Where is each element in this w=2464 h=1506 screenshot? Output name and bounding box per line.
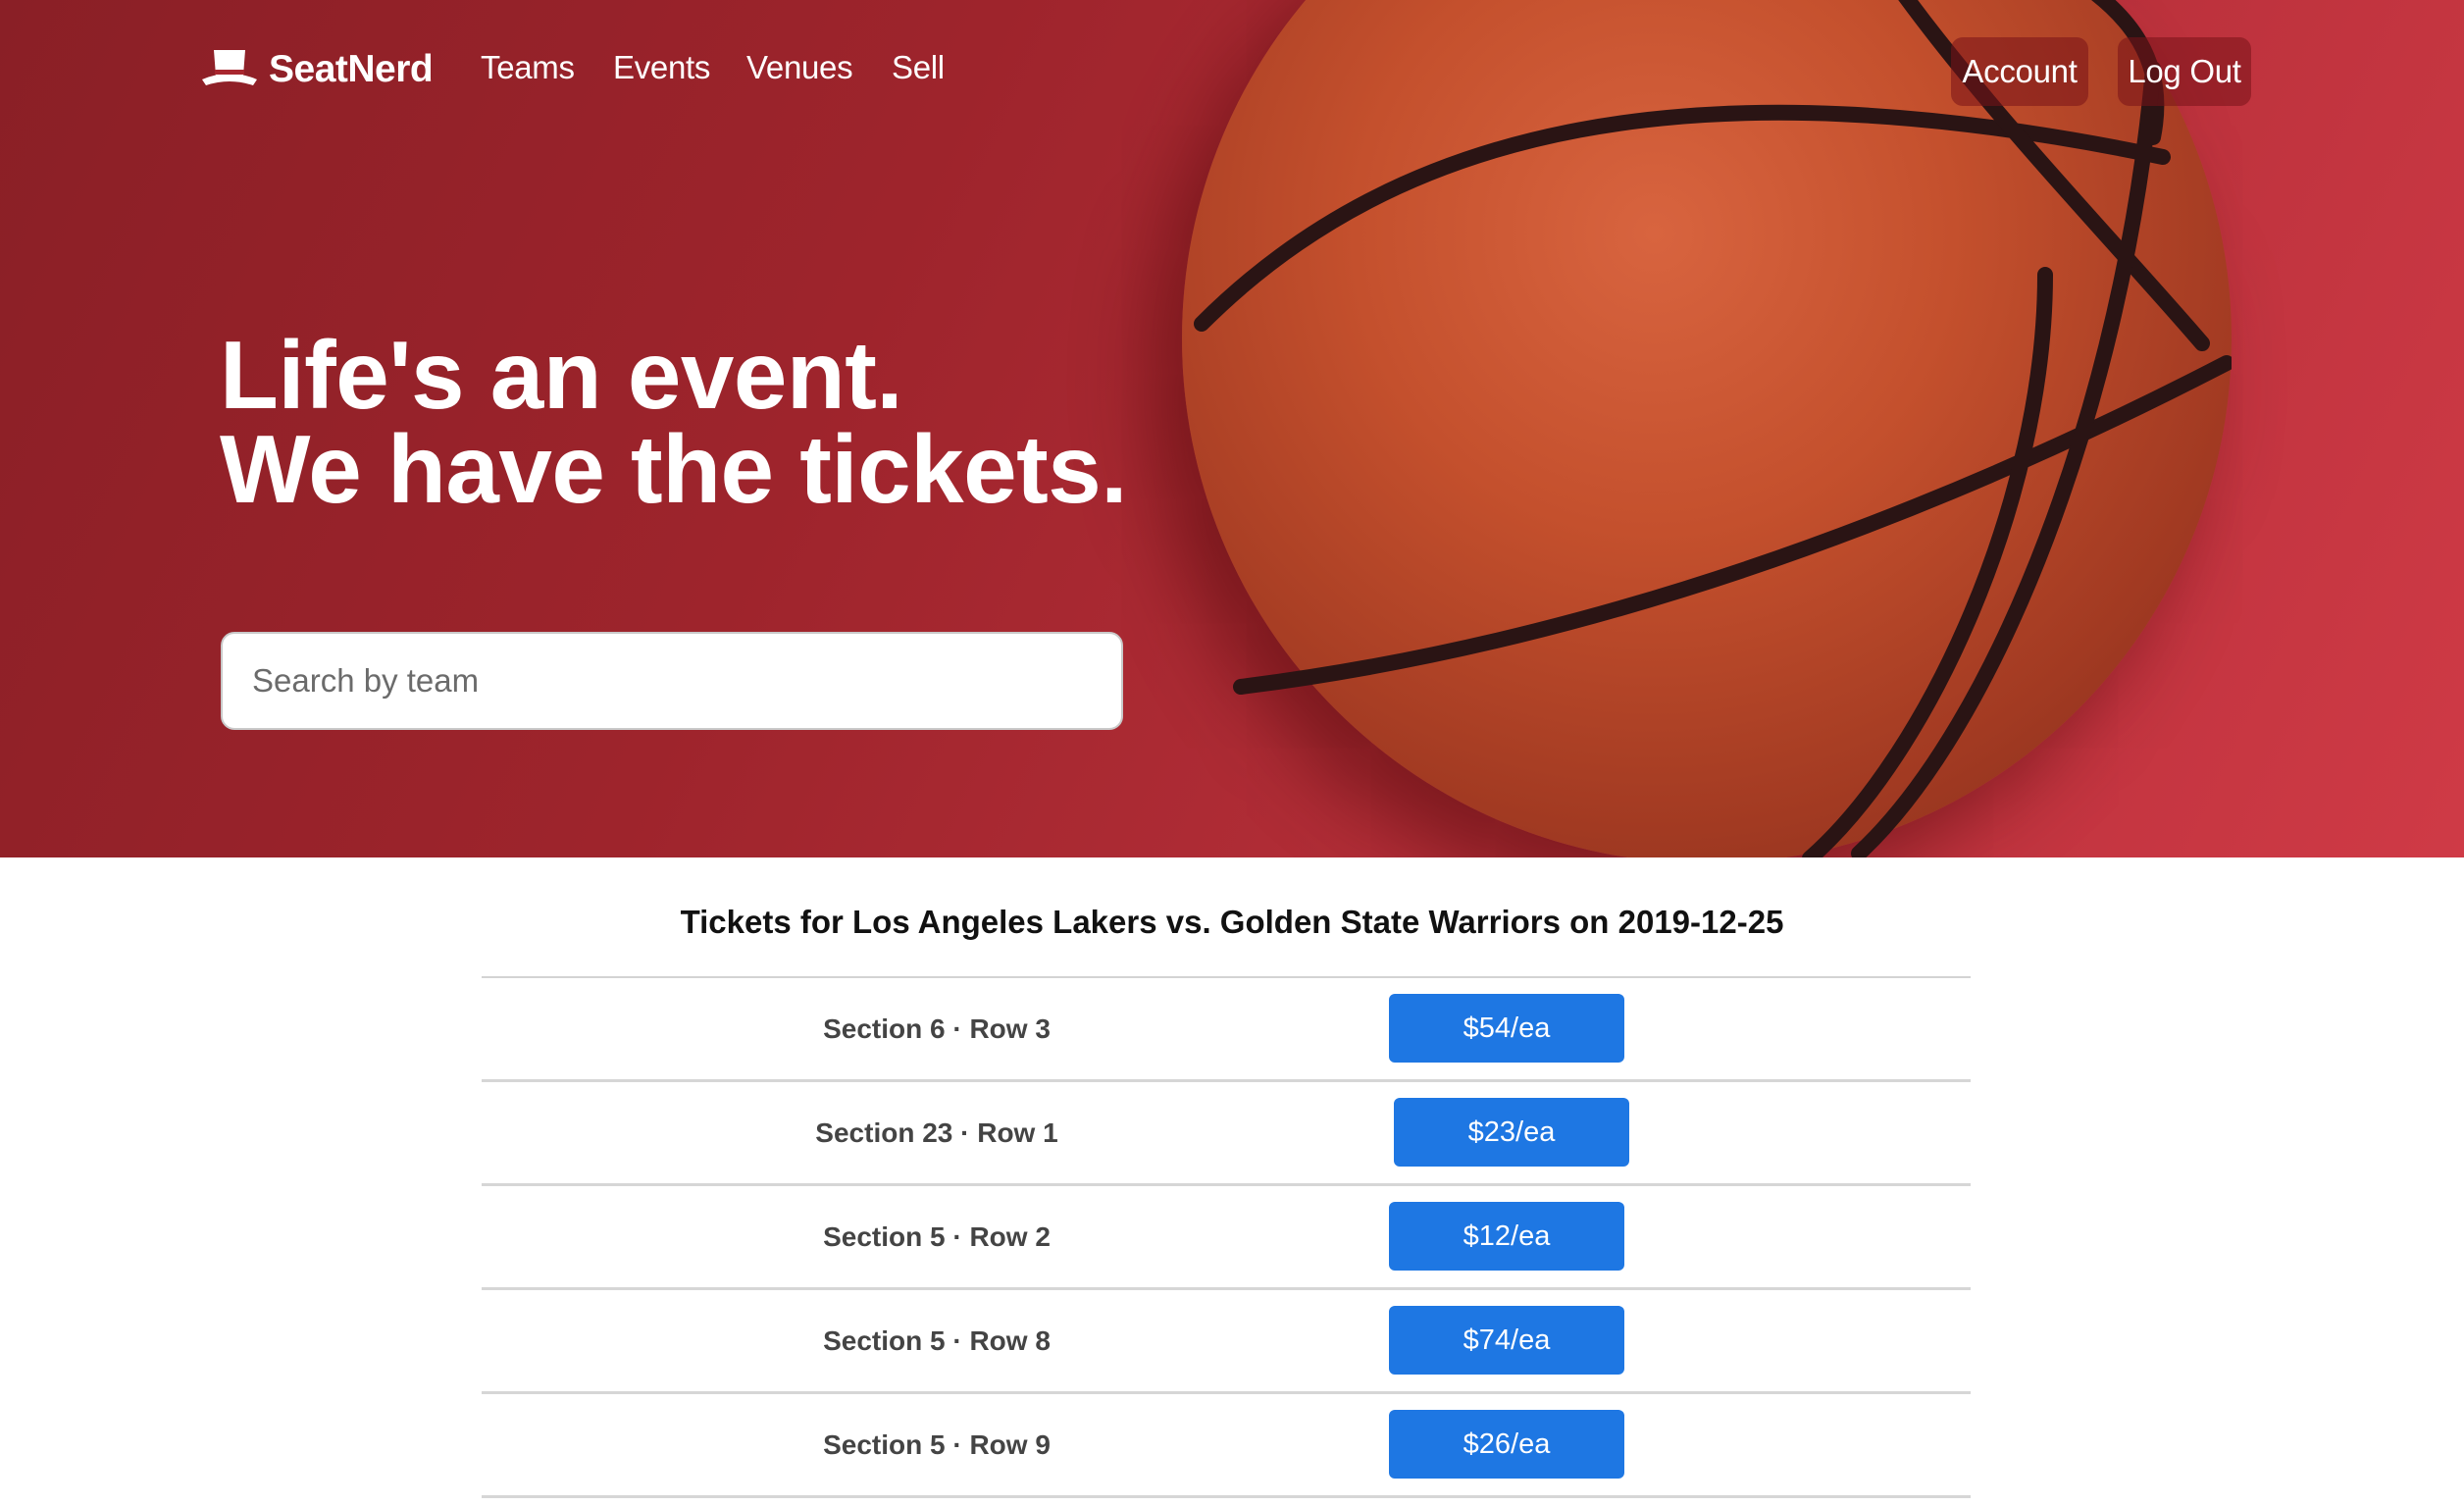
headline-line-2: We have the tickets. bbox=[220, 415, 1128, 523]
nav-link-events[interactable]: Events bbox=[613, 49, 710, 86]
ticket-seat: Section 23 · Row 1 bbox=[815, 1117, 1058, 1148]
nav-link-teams[interactable]: Teams bbox=[481, 49, 575, 86]
ticket-seat: Section 5 · Row 8 bbox=[823, 1324, 1051, 1356]
top-navigation: SeatNerd Teams Events Venues Sell Accoun… bbox=[0, 0, 2464, 143]
ticket-row: Section 5 · Row 9 $26/ea bbox=[482, 1394, 1971, 1498]
headline-line-1: Life's an event. bbox=[220, 321, 903, 429]
hero-banner: SeatNerd Teams Events Venues Sell Accoun… bbox=[0, 0, 2464, 857]
tickets-title: Tickets for Los Angeles Lakers vs. Golde… bbox=[680, 904, 1784, 940]
team-search-input[interactable] bbox=[221, 632, 1123, 730]
ticket-price-button[interactable]: $12/ea bbox=[1389, 1202, 1624, 1271]
ticket-seat: Section 5 · Row 2 bbox=[823, 1220, 1051, 1252]
log-out-button[interactable]: Log Out bbox=[2118, 37, 2251, 106]
nav-link-venues[interactable]: Venues bbox=[746, 49, 853, 86]
ticket-price-button[interactable]: $26/ea bbox=[1389, 1410, 1624, 1479]
ticket-row: Section 6 · Row 3 $54/ea bbox=[482, 978, 1971, 1082]
ticket-row: Section 5 · Row 2 $12/ea bbox=[482, 1186, 1971, 1290]
ticket-row: Section 23 · Row 1 $23/ea bbox=[482, 1082, 1971, 1186]
account-button[interactable]: Account bbox=[1951, 37, 2088, 106]
ticket-price-button[interactable]: $74/ea bbox=[1389, 1306, 1624, 1375]
ticket-price-button[interactable]: $54/ea bbox=[1389, 994, 1624, 1063]
nav-link-sell[interactable]: Sell bbox=[892, 49, 945, 86]
top-hat-icon bbox=[202, 50, 257, 85]
ticket-price-button[interactable]: $23/ea bbox=[1394, 1098, 1629, 1167]
ticket-row: Section 5 · Row 8 $74/ea bbox=[482, 1290, 1971, 1394]
brand-logo[interactable]: SeatNerd bbox=[200, 45, 434, 94]
ticket-list: Section 6 · Row 3 $54/ea Section 23 · Ro… bbox=[482, 976, 1971, 1498]
ticket-seat: Section 5 · Row 9 bbox=[823, 1428, 1051, 1460]
tickets-section: Tickets for Los Angeles Lakers vs. Golde… bbox=[0, 857, 2464, 1506]
brand-name: SeatNerd bbox=[269, 48, 434, 90]
ticket-seat: Section 6 · Row 3 bbox=[823, 1013, 1051, 1044]
hero-headline: Life's an event. We have the tickets. bbox=[220, 321, 1128, 523]
